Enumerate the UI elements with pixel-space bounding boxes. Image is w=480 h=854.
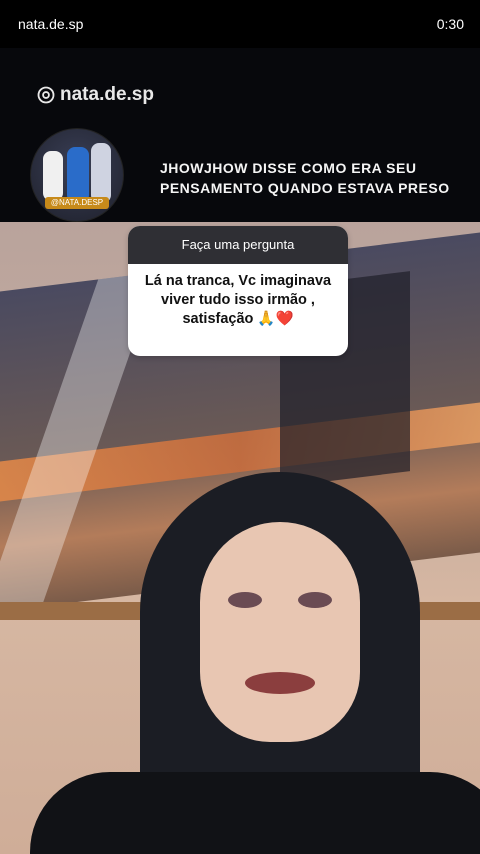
eye-right	[298, 592, 332, 608]
eye-left	[228, 592, 262, 608]
mouth	[245, 672, 315, 694]
brand[interactable]: nata.de.sp	[36, 84, 154, 106]
question-sticker[interactable]: Faça uma pergunta Lá na tranca, Vc imagi…	[128, 226, 348, 356]
threads-icon	[37, 86, 55, 104]
person-figure	[67, 147, 89, 203]
headline: JHOWJHOW DISSE COMO ERA SEU PENSAMENTO Q…	[160, 160, 450, 196]
question-text: Lá na tranca, Vc imaginava viver tudo is…	[144, 273, 332, 327]
person	[30, 472, 480, 854]
brand-handle: nata.de.sp	[60, 84, 154, 105]
person-figure	[91, 143, 111, 203]
face	[200, 522, 360, 742]
question-header: Faça uma pergunta	[128, 226, 348, 264]
avatar[interactable]: @NATA.DESP	[30, 128, 124, 222]
torso	[30, 772, 480, 854]
avatar-tag: @NATA.DESP	[45, 197, 109, 209]
top-bar: nata.de.sp 0:30	[0, 0, 480, 48]
post-header: nata.de.sp @NATA.DESP JHOWJHOW DISSE COM…	[0, 48, 480, 222]
page-handle: nata.de.sp	[18, 16, 84, 32]
timer: 0:30	[436, 16, 464, 32]
person-figure	[43, 151, 63, 201]
